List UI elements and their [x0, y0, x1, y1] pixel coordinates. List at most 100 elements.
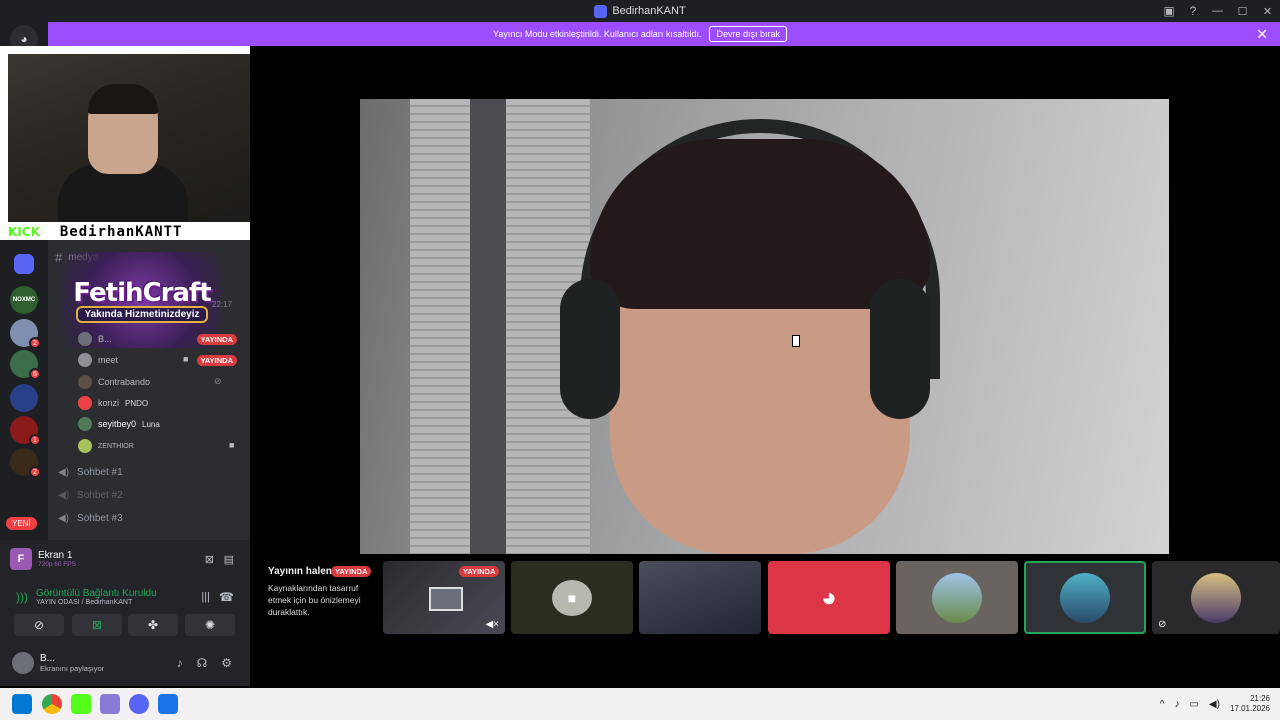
voice-channel-sohbet-1[interactable]: ◀) Sohbet #1	[58, 462, 123, 482]
network-icon[interactable]: ▭	[1189, 699, 1198, 710]
close-window-button[interactable]: ✕	[1255, 0, 1280, 22]
participant-tile-discord[interactable]: ◕	[768, 561, 890, 634]
folder-icon[interactable]	[14, 254, 34, 274]
share-screen-button[interactable]: ⊠	[72, 614, 122, 636]
voice-user[interactable]: konzi PNDO	[78, 394, 148, 412]
channel-label: Sohbet #1	[77, 466, 123, 478]
inbox-icon[interactable]: ▣	[1157, 0, 1181, 22]
signal-icon: )))	[16, 590, 28, 604]
voice-user-name: ZENTHIOR	[98, 442, 134, 450]
live-badge: YAYINDA	[459, 566, 500, 577]
stop-stream-icon[interactable]: ⊠	[205, 553, 214, 566]
avatar	[1060, 572, 1110, 623]
app-icon	[594, 4, 608, 18]
soundboard-icon: ✺	[204, 618, 216, 632]
live-badge: YAYINDA	[331, 566, 372, 577]
titlebar-controls: ▣ ? — ☐ ✕	[1157, 0, 1280, 22]
kick-logo: KICK	[8, 225, 40, 239]
participant-tile-avatar-1[interactable]	[896, 561, 1018, 634]
timestamp: 22:17	[212, 300, 233, 309]
screen-share-icon: ⊠	[91, 618, 103, 632]
clock[interactable]: 21:26 17.01.2026	[1230, 694, 1270, 714]
guild-server-4[interactable]	[10, 384, 38, 412]
chevron-up-icon[interactable]: ^	[1160, 699, 1165, 710]
user-tag: PNDO	[125, 398, 149, 408]
muted-icon: ◀×	[485, 619, 499, 630]
voice-user[interactable]: ZENTHIOR	[78, 437, 134, 455]
help-icon[interactable]: ?	[1181, 0, 1205, 22]
guild-server-2[interactable]: 2	[10, 319, 41, 349]
speaker-icon: ◀)	[58, 489, 70, 501]
voice-user-name: B...	[98, 334, 112, 344]
participant-tile-avatar-2[interactable]: ⊘	[1152, 561, 1280, 634]
guild-server-6[interactable]: 2	[10, 448, 41, 478]
user-controls: ♪ ☊ ⚙	[177, 656, 232, 670]
shield-icon[interactable]	[158, 694, 178, 714]
webcam-label: KICK BedirhanKANTT	[8, 224, 284, 240]
current-user[interactable]: B... Ekranını paylaşıyor ♪ ☊ ⚙	[12, 648, 242, 678]
chrome-icon[interactable]	[42, 694, 62, 714]
close-banner-icon[interactable]: ✕	[1256, 26, 1268, 43]
video-icon: ■	[183, 354, 189, 364]
guild-server-3[interactable]: 6	[10, 350, 41, 380]
user-avatar	[12, 652, 34, 674]
maximize-button[interactable]: ☐	[1230, 0, 1255, 22]
activities-button[interactable]: ✤	[128, 614, 178, 636]
participant-tile-user[interactable]	[639, 561, 761, 634]
discord-taskbar-icon[interactable]	[129, 694, 149, 714]
connection-title: Görüntülü Bağlantı Kuruldu	[36, 588, 157, 599]
webcam-video	[8, 54, 284, 222]
promo-subtitle: Yakında Hizmetinizdeyiz	[76, 305, 208, 323]
stream-preview	[429, 587, 463, 611]
headphones-icon[interactable]: ☊	[197, 656, 208, 670]
kick-app-icon[interactable]	[71, 694, 91, 714]
avatar	[78, 417, 92, 431]
toggle-camera-button[interactable]: ⊘	[14, 614, 64, 636]
participant-tile-camera[interactable]: ■	[511, 561, 633, 634]
disable-streamer-mode-button[interactable]: Devre dışı bırak	[709, 26, 787, 42]
voice-user-name: Contrabando	[98, 377, 151, 387]
live-badge: YAYINDA	[196, 334, 237, 345]
unread-badge: 1	[29, 434, 41, 446]
new-unreads-pill[interactable]: YENİ	[6, 517, 37, 530]
banner-text: Yayıncı Modu etkinleştirildi. Kullanıcı …	[493, 29, 702, 39]
discord-icon: ◕	[20, 32, 28, 46]
voice-user[interactable]: Contrabando	[78, 373, 150, 391]
avatar	[1191, 572, 1241, 623]
notice-body: Kaynaklarından tasarruf etmek için bu ön…	[268, 583, 361, 617]
focused-video[interactable]	[360, 99, 1169, 554]
app-icon[interactable]	[100, 694, 120, 714]
unread-badge: 2	[29, 337, 41, 349]
user-tag: Luna	[142, 419, 160, 429]
voice-channel-sohbet-2[interactable]: ◀) Sohbet #2	[58, 485, 123, 505]
voice-channel-sohbet-3[interactable]: ◀) Sohbet #3	[58, 508, 123, 528]
guild-server-5[interactable]: 1	[10, 416, 41, 446]
video-icon: ■	[229, 440, 235, 450]
noise-suppression-icon[interactable]: |||	[201, 591, 210, 603]
guild-label: NOXMC	[12, 297, 36, 303]
voice-user[interactable]: meet	[78, 351, 118, 369]
mouse-cursor	[792, 335, 800, 347]
minimize-button[interactable]: —	[1205, 0, 1230, 22]
microphone-icon[interactable]: ♪	[177, 656, 183, 670]
system-tray: ^ ♪ ▭ ◀) 21:26 17.01.2026	[1160, 688, 1270, 720]
start-icon[interactable]	[12, 694, 32, 714]
soundboard-button[interactable]: ✺	[185, 614, 235, 636]
screen-name: Ekran 1	[38, 550, 73, 561]
volume-icon[interactable]: ◀)	[1209, 699, 1220, 710]
settings-gear-icon[interactable]: ⚙	[221, 656, 232, 670]
voice-user[interactable]: B...	[78, 330, 112, 348]
disconnect-icon[interactable]: ☎	[219, 590, 234, 604]
avatar	[78, 396, 92, 410]
participant-tile-speaking[interactable]	[1024, 561, 1146, 634]
live-badge: YAYINDA	[196, 355, 237, 366]
voice-user[interactable]: seyitbey0 Luna	[78, 415, 160, 433]
voice-user-name: seyitbey0	[98, 419, 137, 429]
camera-off-icon: ⊘	[1158, 619, 1167, 630]
voice-user-name: meet	[98, 355, 119, 365]
stream-settings-icon[interactable]: ▤	[224, 553, 234, 566]
window-frame	[470, 99, 506, 554]
guild-noxmc[interactable]: NOXMC	[10, 286, 38, 314]
microphone-tray-icon[interactable]: ♪	[1174, 699, 1179, 710]
screen-share-row: F Ekran 1 720p 60 FPS ⊠ ▤	[10, 545, 240, 573]
